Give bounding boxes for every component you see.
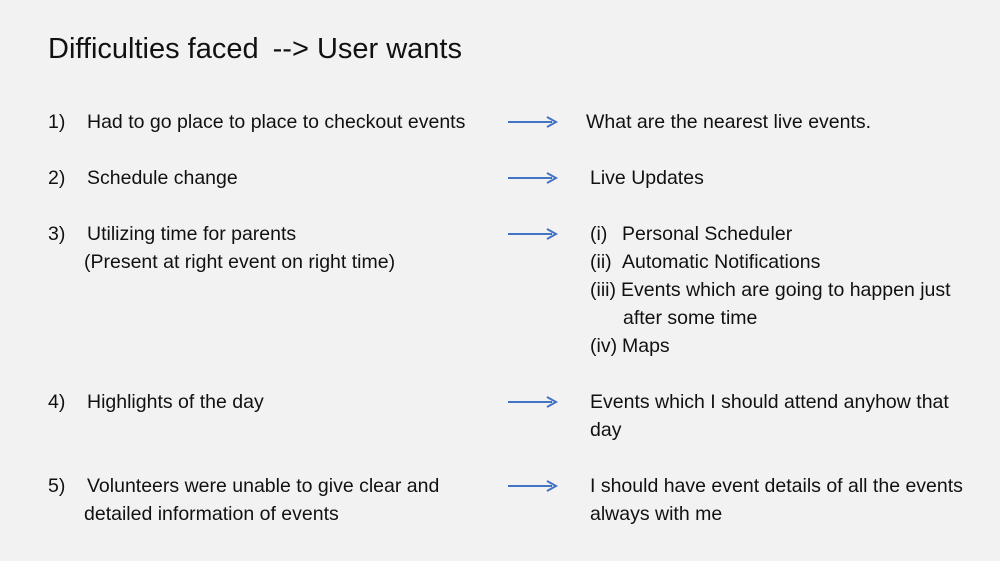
user-want-text: I should have event details of all the e… [590, 472, 963, 528]
user-want-text: What are the nearest live events. [586, 108, 871, 136]
difficulty-text: Volunteers were unable to give clear and… [84, 472, 440, 528]
difficulty-text: Schedule change [87, 164, 238, 192]
difficulty-line: Schedule change [87, 167, 238, 189]
row-number: 2) [48, 167, 66, 189]
right-arrow-icon [508, 480, 559, 492]
list-marker: (iii) [590, 279, 616, 301]
right-arrow-icon [508, 172, 559, 184]
difficulty-line: (Present at right event on right time) [84, 251, 396, 273]
slide-title: Difficulties faced --> User wants [48, 31, 462, 67]
difficulty-line: Highlights of the day [87, 391, 264, 413]
list-item: (i) Personal Scheduler [590, 220, 951, 248]
difficulty-line: Volunteers were unable to give clear and [87, 475, 440, 497]
row-number: 3) [48, 223, 66, 245]
user-want-line: Events which I should attend anyhow that [590, 391, 949, 413]
list-marker: (i) [590, 223, 608, 245]
list-item: (ii) Automatic Notifications [590, 248, 951, 276]
difficulty-line: Had to go place to place to checkout eve… [87, 111, 466, 133]
list-item-text: Maps [622, 335, 670, 357]
user-want-line: day [590, 419, 622, 441]
row-number: 1) [48, 111, 66, 133]
right-arrow-icon [508, 116, 559, 128]
user-want-line: always with me [590, 503, 723, 525]
row-number: 4) [48, 391, 66, 413]
right-arrow-icon [508, 228, 559, 240]
list-marker: (ii) [590, 251, 612, 273]
list-marker: (iv) [590, 335, 618, 357]
title-user-wants: User wants [316, 33, 462, 65]
user-want-text: Live Updates [590, 164, 704, 192]
user-want-list: (i) Personal Scheduler (ii) Automatic Noti… [590, 220, 951, 360]
user-want-line: Live Updates [590, 167, 704, 189]
user-want-text: Events which I should attend anyhow that… [590, 388, 949, 444]
list-item-text: Automatic Notifications [622, 251, 821, 273]
user-want-line: I should have event details of all the e… [590, 475, 963, 497]
list-item: (iii) Events which are going to happen ju… [590, 276, 951, 304]
list-item-text: Personal Scheduler [622, 223, 793, 245]
list-item-text: Events which are going to happen just [621, 279, 951, 301]
list-item: (iv) Maps [590, 332, 951, 360]
title-difficulties: Difficulties faced [48, 33, 259, 65]
row-number: 5) [48, 475, 66, 497]
difficulty-text: Highlights of the day [87, 388, 264, 416]
slide: Difficulties faced --> User wants 1) Had … [0, 0, 1000, 561]
difficulty-line: detailed information of events [84, 503, 339, 525]
title-arrow: --> [272, 33, 309, 65]
difficulty-text: Utilizing time for parents (Present at r… [84, 220, 396, 276]
list-item-continuation: after some time [590, 304, 951, 332]
user-want-line: What are the nearest live events. [586, 111, 872, 133]
list-item-text: after some time [623, 307, 758, 329]
difficulty-line: Utilizing time for parents [87, 223, 297, 245]
right-arrow-icon [508, 396, 559, 408]
difficulty-text: Had to go place to place to checkout eve… [87, 108, 465, 136]
